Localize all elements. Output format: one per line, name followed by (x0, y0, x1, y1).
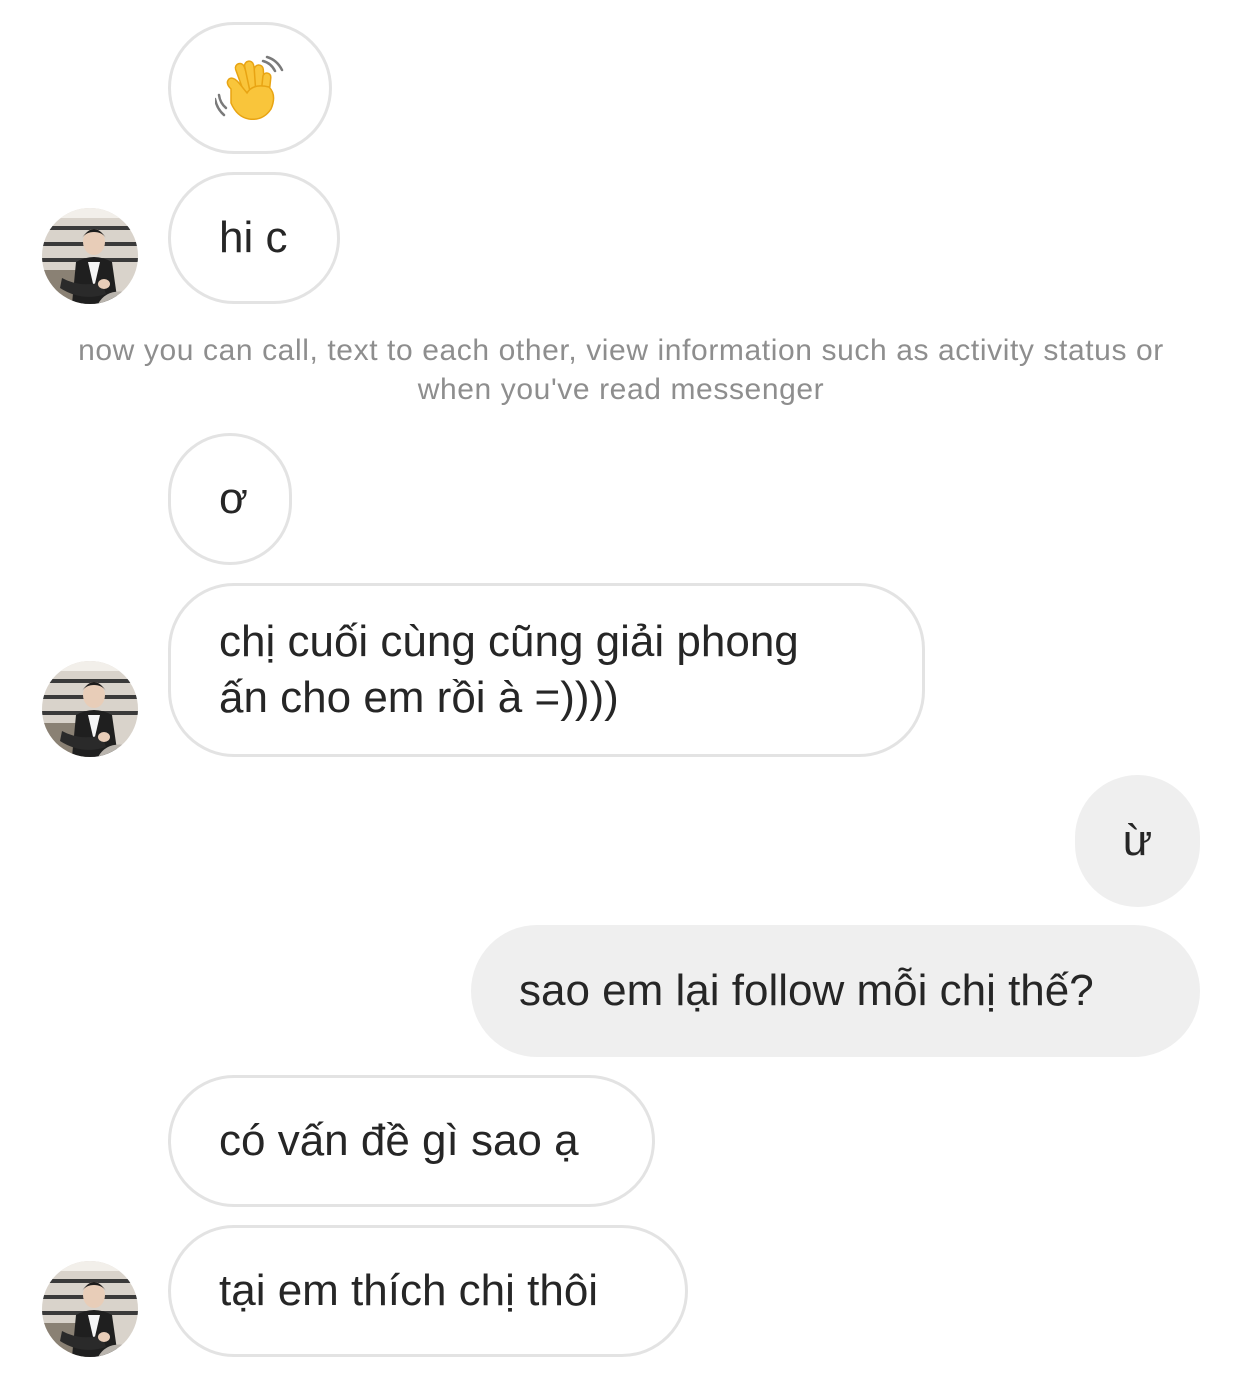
avatar-image (42, 208, 138, 304)
message-text: sao em lại follow mỗi chị thế? (519, 966, 1094, 1015)
message-bubble[interactable]: có vấn đề gì sao ạ (168, 1075, 655, 1207)
message-text: ơ (219, 474, 248, 523)
waving-hand-icon (215, 55, 284, 121)
message-text: hi c (219, 213, 288, 262)
message-text: ừ (1122, 816, 1153, 865)
message-bubble[interactable]: chị cuối cùng cũng giải phong ấn cho em … (168, 583, 925, 757)
message-bubble[interactable]: tại em thích chị thôi (168, 1225, 688, 1357)
avatar[interactable] (42, 208, 138, 304)
message-bubble[interactable]: hi c (168, 172, 340, 304)
avatar[interactable] (42, 661, 138, 757)
message-text-line: ấn cho em rồi à =)))) (219, 673, 619, 722)
avatar[interactable] (42, 1261, 138, 1357)
message-text-line: chị cuối cùng cũng giải phong (219, 617, 799, 666)
message-bubble-outgoing[interactable]: ừ (1075, 775, 1200, 907)
message-bubble[interactable]: ơ (168, 433, 292, 565)
avatar-image (42, 661, 138, 757)
message-text: có vấn đề gì sao ạ (219, 1116, 579, 1165)
avatar-image (42, 1261, 138, 1357)
message-text: tại em thích chị thôi (219, 1266, 599, 1315)
message-bubble-outgoing[interactable]: sao em lại follow mỗi chị thế? (471, 925, 1200, 1057)
system-note: now you can call, text to each other, vi… (78, 334, 1164, 406)
message-bubble-wave[interactable] (168, 22, 332, 154)
